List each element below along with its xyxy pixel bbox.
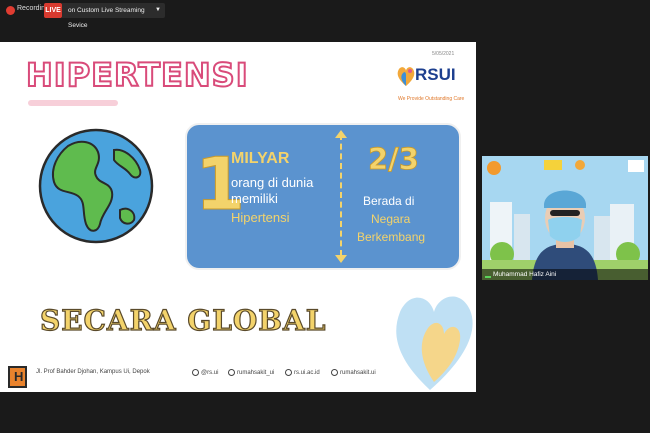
participant-video-tile[interactable]: Muhammad Hafiz Aini [482, 156, 648, 280]
web-url: rs.ui.ac.id [294, 369, 320, 376]
footer-facebook: rumahsakit.ui [331, 369, 376, 376]
stat1-line3: Hipertensi [231, 210, 290, 225]
rsui-brand: RSUI [415, 65, 456, 84]
stat1-unit: MILYAR [231, 150, 290, 167]
arrow-down-icon [335, 255, 347, 263]
facebook-handle: rumahsakit.ui [340, 369, 376, 376]
heart-decoration-icon [396, 296, 473, 390]
slide-date: 5/05/2021 [432, 51, 455, 57]
footer-instagram: @rs.ui [192, 369, 218, 376]
web-icon [285, 369, 292, 376]
participant-name-bar: Muhammad Hafiz Aini [482, 269, 648, 280]
instagram-handle: @rs.ui [201, 369, 219, 376]
hospital-logo-icon: H [8, 366, 27, 388]
footer-web: rs.ui.ac.id [285, 369, 320, 376]
stat1-line2: memiliki [231, 191, 278, 206]
footer-twitter: rumahsakit_ui [228, 369, 274, 376]
twitter-handle: rumahsakit_ui [237, 369, 275, 376]
footer-address: Jl. Prof Bahder Djohan, Kampus Ui, Depok [36, 369, 150, 375]
instagram-icon [192, 369, 199, 376]
participant-name: Muhammad Hafiz Aini [493, 271, 557, 278]
live-service-label: on Custom Live Streaming Sevice [68, 7, 145, 29]
shared-slide: 5/05/2021 HIPERTENSI RSUI We Provide Out… [0, 42, 476, 392]
slide-title: HIPERTENSI [25, 55, 249, 95]
facebook-icon [331, 369, 338, 376]
meeting-top-bar: Recording LIVE on Custom Live Streaming … [0, 0, 650, 29]
live-button[interactable]: LIVE [44, 3, 62, 18]
recording-icon [6, 6, 15, 15]
stat1-line1: orang di dunia [231, 175, 314, 190]
rsui-heart-logo-icon [397, 67, 415, 86]
stat2-line3: Berkembang [357, 230, 426, 244]
live-service-dropdown[interactable]: on Custom Live Streaming Sevice ▼ [62, 3, 165, 29]
title-underline [28, 100, 118, 106]
signal-icon [485, 272, 491, 278]
slide-subtitle: SECARA GLOBAL [39, 303, 327, 337]
virtual-background-image [482, 156, 648, 280]
twitter-icon [228, 369, 235, 376]
stat2-fraction: 2/3 [368, 142, 420, 177]
rsui-tagline: We Provide Outstanding Care [398, 96, 465, 102]
divider-line [340, 134, 342, 256]
stat2-line2: Negara [371, 212, 411, 226]
chevron-down-icon: ▼ [155, 7, 161, 13]
stat2-line1: Berada di [363, 194, 415, 208]
arrow-up-icon [335, 130, 347, 138]
globe-icon [38, 128, 154, 244]
